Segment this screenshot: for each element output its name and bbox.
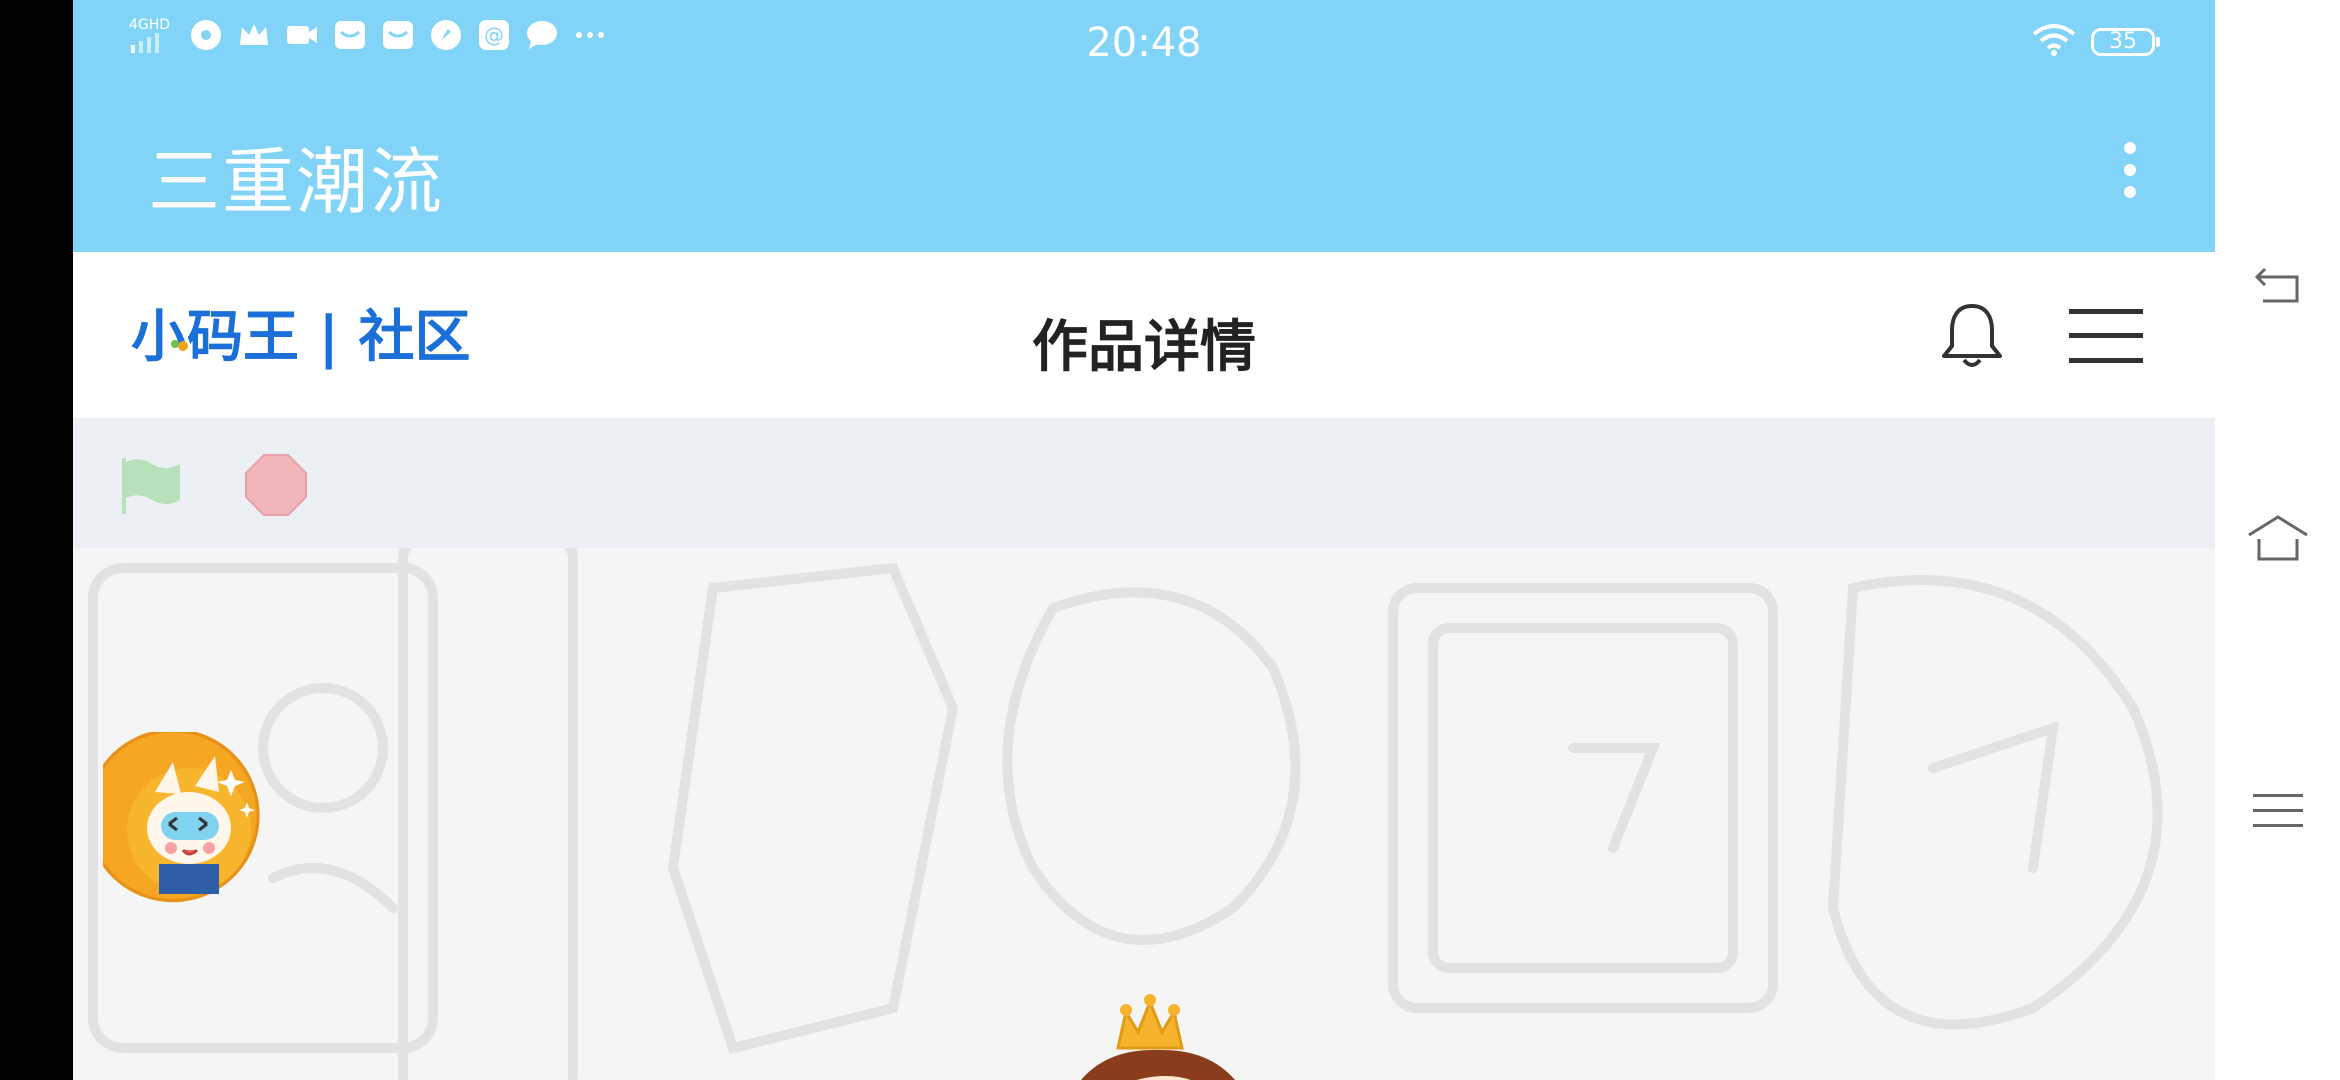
project-stage[interactable] <box>73 548 2215 1080</box>
app-bar: 三重潮流 <box>73 85 2215 252</box>
overflow-menu-button[interactable] <box>2115 140 2145 200</box>
battery-indicator: 35 <box>2091 28 2160 56</box>
green-flag-button[interactable] <box>120 456 182 516</box>
project-controls <box>73 418 2215 548</box>
stop-button[interactable] <box>245 454 307 516</box>
recent-apps-icon <box>2253 794 2303 827</box>
page-title: 作品详情 <box>1032 315 1256 380</box>
page-header: 小码王 | 社区 作品详情 <box>73 252 2215 418</box>
home-button[interactable] <box>2245 505 2311 571</box>
phone-screen: 4GHD @ 20:48 35 三重潮流 小码王 | 社区 作品详情 <box>73 0 2215 1080</box>
notification-bell-button[interactable] <box>1939 300 2005 370</box>
hamburger-icon <box>2069 309 2143 363</box>
back-button[interactable] <box>2245 253 2311 319</box>
status-bar: 4GHD @ 20:48 35 <box>73 0 2215 85</box>
bell-icon <box>1942 304 2002 367</box>
crowned-character-icon <box>1081 994 1235 1080</box>
wifi-icon <box>2031 22 2077 62</box>
stop-octagon-icon <box>245 454 307 516</box>
more-vertical-icon <box>2124 142 2136 198</box>
mascot-icon <box>86 728 260 903</box>
status-icons-right: 35 <box>2031 22 2160 62</box>
system-nav-bar <box>2215 0 2340 1080</box>
recent-apps-button[interactable] <box>2245 778 2311 844</box>
mascot-badge[interactable] <box>86 728 273 947</box>
home-icon <box>2248 515 2308 561</box>
sprite-character <box>1038 988 1298 1080</box>
app-title: 三重潮流 <box>148 140 445 224</box>
green-flag-icon <box>122 458 180 514</box>
status-time: 20:48 <box>1086 20 1202 66</box>
back-icon <box>2254 267 2299 303</box>
hamburger-menu-button[interactable] <box>2069 307 2143 365</box>
